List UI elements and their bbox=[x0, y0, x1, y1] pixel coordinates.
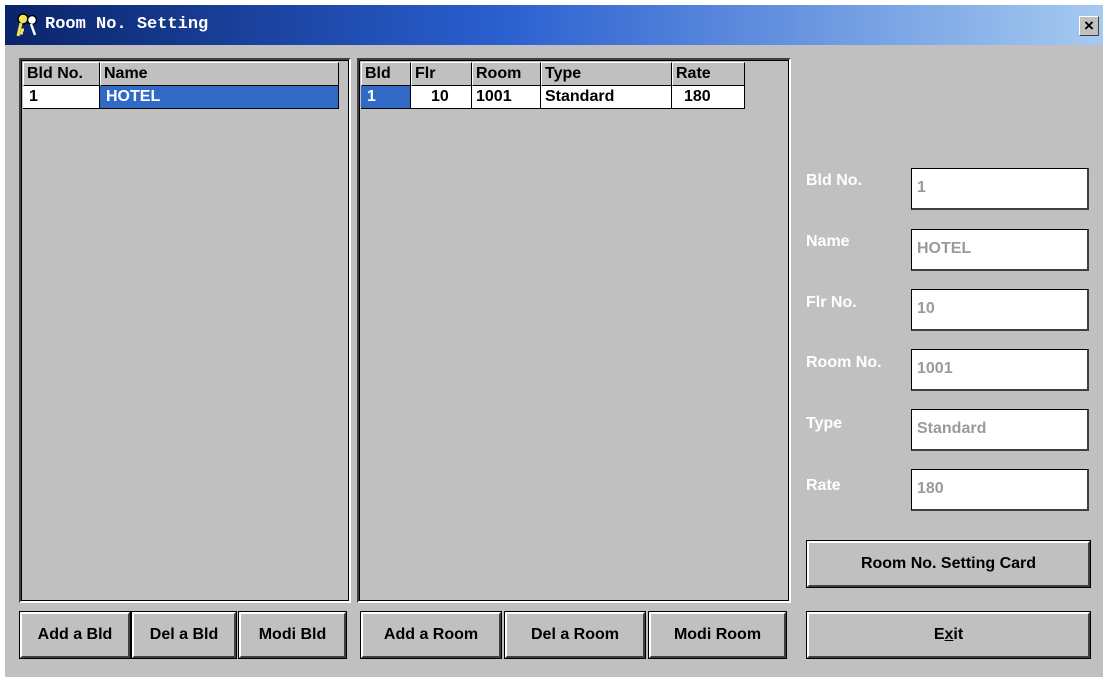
label-name: Name bbox=[806, 233, 850, 250]
room-setting-card-button[interactable]: Room No. Setting Card bbox=[806, 540, 1091, 588]
window-title: Room No. Setting bbox=[45, 15, 209, 34]
del-bld-button[interactable]: Del a Bld bbox=[131, 611, 237, 659]
label-type: Type bbox=[806, 415, 843, 432]
bld-row-1-bld-no[interactable]: 1 bbox=[23, 86, 100, 109]
field-bld-no[interactable]: 1 bbox=[911, 168, 1089, 210]
exit-button[interactable]: Exit bbox=[806, 611, 1091, 659]
exit-label-pre: E bbox=[933, 626, 945, 643]
add-room-button[interactable]: Add a Room bbox=[360, 611, 502, 659]
col-header-room[interactable]: Room bbox=[472, 62, 541, 86]
add-bld-button[interactable]: Add a Bld bbox=[19, 611, 131, 659]
keys-icon bbox=[16, 13, 38, 37]
close-button[interactable]: × bbox=[1079, 16, 1099, 36]
field-name[interactable]: HOTEL bbox=[911, 229, 1089, 271]
room-row-1-room[interactable]: 1001 bbox=[472, 86, 541, 109]
col-header-type[interactable]: Type bbox=[541, 62, 672, 86]
field-type[interactable]: Standard bbox=[911, 409, 1089, 451]
field-flr-no[interactable]: 10 bbox=[911, 289, 1089, 331]
label-bld-no: Bld No. bbox=[806, 172, 862, 189]
col-header-rate[interactable]: Rate bbox=[672, 62, 745, 86]
modi-room-button[interactable]: Modi Room bbox=[648, 611, 787, 659]
bld-row-1-name[interactable]: HOTEL bbox=[100, 86, 339, 109]
label-room-no: Room No. bbox=[806, 354, 882, 371]
room-row-1-rate[interactable]: 180 bbox=[672, 86, 745, 109]
title-bar[interactable]: Room No. Setting × bbox=[5, 5, 1103, 45]
modi-bld-button[interactable]: Modi Bld bbox=[238, 611, 347, 659]
field-room-no[interactable]: 1001 bbox=[911, 349, 1089, 391]
close-icon: × bbox=[1084, 16, 1094, 35]
col-header-bld[interactable]: Bld bbox=[361, 62, 411, 86]
room-row-1-type[interactable]: Standard bbox=[541, 86, 672, 109]
label-rate: Rate bbox=[806, 477, 841, 494]
room-list[interactable]: Bld Flr Room Type Rate 1 10 1001 Standar… bbox=[357, 58, 791, 603]
room-setting-window: Room No. Setting × Bld No. Name 1 HOTEL … bbox=[5, 5, 1103, 677]
exit-label-post: it bbox=[953, 626, 964, 643]
label-flr-no: Flr No. bbox=[806, 294, 857, 311]
col-header-bld-no[interactable]: Bld No. bbox=[23, 62, 100, 86]
del-room-button[interactable]: Del a Room bbox=[504, 611, 646, 659]
room-row-1-bld[interactable]: 1 bbox=[361, 86, 411, 109]
col-header-flr[interactable]: Flr bbox=[411, 62, 472, 86]
building-list[interactable]: Bld No. Name 1 HOTEL bbox=[19, 58, 351, 603]
field-rate[interactable]: 180 bbox=[911, 469, 1089, 511]
col-header-name[interactable]: Name bbox=[100, 62, 339, 86]
room-row-1-flr[interactable]: 10 bbox=[411, 86, 472, 109]
